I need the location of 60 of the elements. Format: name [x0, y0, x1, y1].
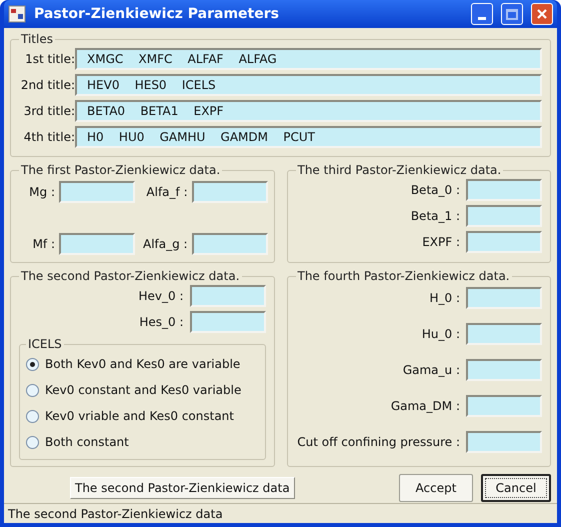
input-field[interactable] — [466, 231, 542, 253]
group-title: The fourth Pastor-Zienkiewicz data. — [296, 268, 511, 285]
title-field[interactable]: XMGC XMFC ALFAF ALFAG — [75, 48, 542, 70]
field-label: Beta_1 : — [410, 208, 460, 225]
radio-button[interactable] — [26, 384, 39, 396]
field-label: 1st title: — [24, 51, 75, 68]
input-field[interactable] — [466, 431, 542, 453]
close-icon — [536, 8, 548, 20]
radio-option[interactable]: Kev0 constant and Kes0 variable — [26, 381, 258, 399]
close-button[interactable] — [531, 3, 553, 25]
field-label: Gama_DM : — [390, 398, 460, 415]
field-label: 4th title: — [22, 129, 75, 146]
accept-button[interactable]: Accept — [399, 474, 473, 502]
input-field[interactable] — [466, 359, 542, 381]
radio-button[interactable] — [26, 358, 39, 370]
maximize-button[interactable] — [501, 3, 523, 25]
group-title: The third Pastor-Zienkiewicz data. — [296, 162, 502, 179]
input-field[interactable] — [466, 179, 542, 201]
input-field[interactable] — [190, 311, 266, 333]
section-button[interactable]: The second Pastor-Zienkiewicz data — [70, 477, 295, 499]
title-field[interactable]: H0 HU0 GAMHU GAMDM PCUT — [75, 126, 542, 148]
field-label: Mf : — [32, 236, 55, 253]
group-title: Titles — [20, 31, 54, 48]
group-title: The first Pastor-Zienkiewicz data. — [20, 162, 222, 179]
radio-button[interactable] — [26, 436, 39, 448]
field-label: Gama_u : — [402, 362, 460, 379]
group-title: ICELS — [27, 336, 63, 353]
input-field[interactable] — [466, 323, 542, 345]
field-label: Mg : — [28, 184, 55, 201]
input-field[interactable] — [466, 205, 542, 227]
input-field[interactable] — [59, 233, 135, 255]
field-label: EXPF : — [422, 234, 460, 251]
field-label: 3rd title: — [22, 103, 75, 120]
field-label: 2nd title: — [20, 77, 75, 94]
app-icon — [8, 5, 26, 23]
input-field[interactable] — [466, 287, 542, 309]
field-label: Hu_0 : — [422, 326, 460, 343]
radio-button[interactable] — [26, 410, 39, 422]
input-field[interactable] — [190, 285, 266, 307]
window-title: Pastor-Zienkiewicz Parameters — [34, 4, 280, 24]
input-field[interactable] — [59, 181, 135, 203]
field-label: Alfa_f : — [145, 184, 188, 201]
input-field[interactable] — [192, 233, 268, 255]
field-label: Hev_0 : — [138, 288, 184, 305]
status-bar: The second Pastor-Zienkiewicz data — [4, 503, 557, 523]
radio-option[interactable]: Kev0 vriable and Kes0 constant — [26, 407, 258, 425]
title-field[interactable]: BETA0 BETA1 EXPF — [75, 100, 542, 122]
field-label: H_0 : — [429, 290, 460, 307]
field-label: Cut off confining pressure : — [297, 434, 460, 451]
group-title: The second Pastor-Zienkiewicz data. — [20, 268, 241, 285]
field-label: Beta_0 : — [410, 182, 460, 199]
cancel-button[interactable]: Cancel — [481, 474, 551, 502]
radio-option[interactable]: Both constant — [26, 433, 258, 451]
input-field[interactable] — [192, 181, 268, 203]
title-field[interactable]: HEV0 HES0 ICELS — [75, 74, 542, 96]
radio-option[interactable]: Both Kev0 and Kes0 are variable — [26, 355, 258, 373]
field-label: Alfa_g : — [143, 236, 188, 253]
field-label: Hes_0 : — [139, 314, 184, 331]
minimize-button[interactable] — [471, 3, 493, 25]
input-field[interactable] — [466, 395, 542, 417]
